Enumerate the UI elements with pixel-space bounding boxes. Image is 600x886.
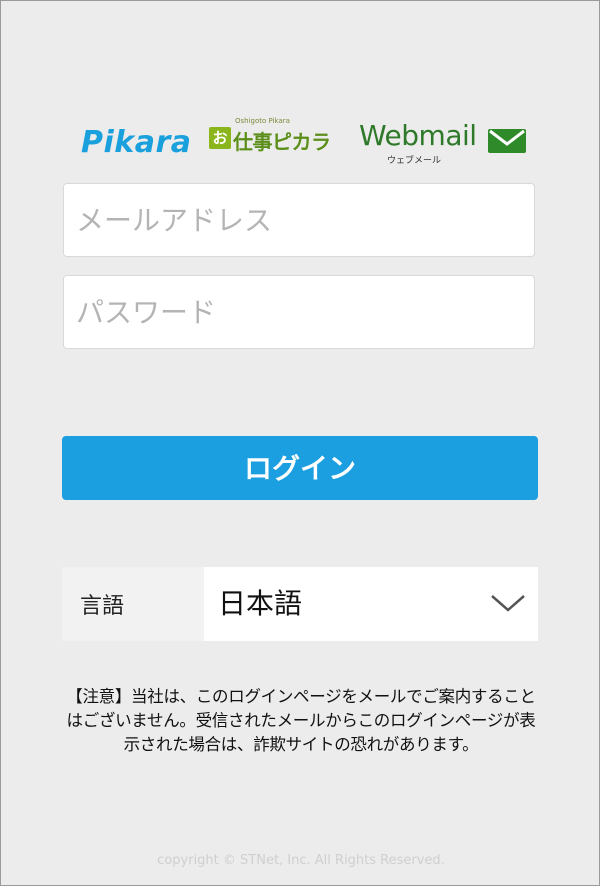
email-field-wrapper [63,183,535,257]
oshigoto-logo-badge: お [209,127,231,149]
oshigoto-logo-text: 仕事ピカラ [233,130,331,154]
language-select[interactable]: 日本語 [204,567,538,641]
webmail-logo-text: Webmail [359,119,477,152]
password-input[interactable] [64,276,534,348]
language-selected-value: 日本語 [218,587,303,620]
envelope-icon [488,129,526,153]
password-field-wrapper [63,275,535,349]
oshigoto-logo-tagline: Oshigoto Pikara [235,117,290,125]
webmail-logo-subtitle: ウェブメール [387,156,442,166]
login-screen: Pikara Oshigoto Pikara お 仕事ピカラ Webmail ウ… [0,0,600,886]
email-input[interactable] [64,184,534,256]
pikara-logo: Pikara [81,125,192,160]
chevron-down-icon [491,595,525,612]
language-selector-row: 言語 日本語 [62,567,538,641]
brand-logos: Pikara Oshigoto Pikara お 仕事ピカラ Webmail ウ… [81,113,531,173]
security-notice: 【注意】当社は、このログインページをメールでご案内することはございません。受信さ… [66,687,536,754]
login-button[interactable]: ログイン [62,436,538,500]
copyright-text: copyright © STNet, Inc. All Rights Reser… [157,853,445,868]
language-label: 言語 [62,567,204,641]
